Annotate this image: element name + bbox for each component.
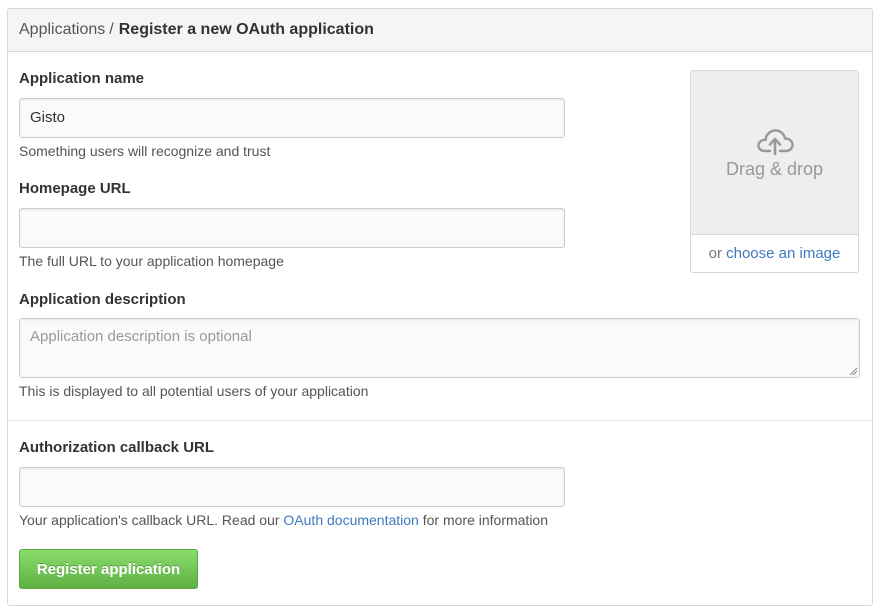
callback-url-label: Authorization callback URL bbox=[19, 439, 215, 456]
page-title: Register a new OAuth application bbox=[118, 21, 374, 38]
callback-url-input[interactable] bbox=[19, 467, 565, 507]
drag-drop-text: Drag & drop bbox=[725, 159, 824, 179]
homepage-url-input[interactable] bbox=[19, 208, 565, 248]
cloud-upload-icon bbox=[756, 129, 794, 155]
homepage-url-label: Homepage URL bbox=[19, 180, 131, 197]
or-text: or bbox=[708, 245, 722, 262]
app-description-placeholder: Application description is optional bbox=[30, 328, 252, 345]
app-description-help: This is displayed to all potential users… bbox=[19, 383, 369, 399]
section-divider bbox=[8, 420, 872, 421]
breadcrumb-applications[interactable]: Applications bbox=[19, 21, 105, 39]
homepage-url-help: The full URL to your application homepag… bbox=[19, 253, 284, 269]
app-name-help: Something users will recognize and trust bbox=[19, 143, 271, 159]
oauth-documentation-link[interactable]: OAuth documentation bbox=[283, 512, 418, 528]
choose-image-row: or choose an image bbox=[691, 235, 858, 272]
logo-drop-zone[interactable]: Drag & drop bbox=[691, 71, 858, 235]
page-header: Applications / Register a new OAuth appl… bbox=[8, 9, 872, 52]
app-name-input[interactable]: Gisto bbox=[19, 98, 565, 138]
oauth-app-form-panel: Applications / Register a new OAuth appl… bbox=[7, 8, 873, 606]
resize-grip-icon[interactable] bbox=[849, 367, 857, 375]
app-name-label: Application name bbox=[19, 70, 145, 87]
breadcrumb-separator: / bbox=[109, 21, 114, 38]
app-description-textarea[interactable]: Application description is optional bbox=[19, 318, 860, 378]
callback-url-help: Your application's callback URL. Read ou… bbox=[19, 512, 548, 528]
callback-help-text: Your application's callback URL. Read ou… bbox=[19, 512, 280, 528]
choose-image-link[interactable]: choose an image bbox=[726, 245, 840, 262]
app-description-label: Application description bbox=[19, 291, 186, 308]
callback-help-text-end: for more information bbox=[422, 512, 549, 528]
register-application-button[interactable]: Register application bbox=[19, 549, 198, 589]
logo-upload-box: Drag & drop or choose an image bbox=[690, 70, 859, 273]
